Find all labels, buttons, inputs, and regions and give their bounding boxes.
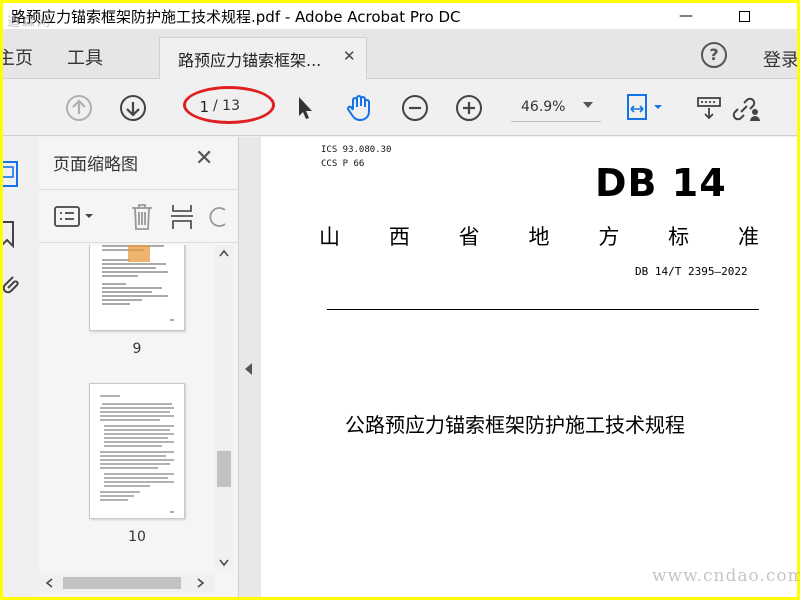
attachment-icon[interactable] (3, 271, 33, 301)
tab-document[interactable]: 路预应力锚索框架... ✕ (159, 37, 367, 79)
zoom-out-icon[interactable] (399, 92, 431, 124)
thumbnail-options-icon[interactable] (53, 204, 99, 234)
document-tab-label: 路预应力锚索框架... (178, 51, 322, 70)
rotate-page-icon[interactable] (209, 202, 229, 236)
extract-page-icon[interactable] (169, 202, 195, 236)
tab-tools[interactable]: 工具 (67, 44, 103, 70)
login-link[interactable]: 登录 (763, 46, 797, 72)
left-navigation-rail (3, 137, 39, 597)
window-title: 路预应力锚索框架防护施工技术规程.pdf - Adobe Acrobat Pro… (11, 8, 461, 26)
bookmark-icon[interactable] (3, 219, 33, 249)
heading-char: 准 (737, 225, 759, 249)
standard-logo: DB 14 (595, 161, 727, 205)
heading-char: 标 (668, 225, 690, 249)
thumbnail-list: 9 10 (39, 245, 215, 575)
share-link-icon[interactable] (729, 92, 761, 124)
minimize-button[interactable]: — (663, 3, 709, 29)
keyboard-scroll-icon[interactable] (693, 92, 725, 124)
thumbnail-panel: 页面缩略图 ✕ 9 10 (39, 137, 239, 597)
document-view[interactable]: ICS 93.080.30 CCS P 66 DB 14 山 西 省 地 方 标… (261, 137, 797, 597)
select-tool-icon[interactable] (289, 92, 321, 124)
next-page-icon[interactable] (117, 92, 149, 124)
collapse-arrow-icon (245, 363, 252, 375)
watermark-top-left: 道森网 (7, 15, 53, 30)
thumbnail-page-number: 9 (132, 341, 142, 357)
thumbnail-page[interactable] (89, 245, 185, 331)
heading-char: 西 (388, 225, 410, 249)
scrollbar-thumb[interactable] (217, 451, 231, 487)
chevron-down-icon (583, 102, 593, 108)
heading-char: 省 (458, 225, 480, 249)
panel-title: 页面缩略图 (53, 155, 138, 175)
ics-code: ICS 93.080.30 (321, 145, 392, 155)
thumbnail-vertical-scrollbar[interactable] (215, 245, 233, 571)
standard-number: DB 14/T 2395—2022 (635, 265, 748, 278)
collapse-panel-handle[interactable] (239, 137, 261, 597)
heading-char: 山 (319, 225, 340, 249)
fit-page-icon[interactable] (623, 92, 669, 124)
ccs-code: CCS P 66 (321, 159, 365, 169)
scrollbar-thumb[interactable] (63, 577, 181, 589)
standard-type-heading: 山 西 省 地 方 标 准 (319, 221, 759, 251)
heading-char: 方 (598, 225, 620, 249)
maximize-icon (738, 10, 750, 22)
previous-page-icon[interactable] (63, 92, 95, 124)
thumbnail-page-number: 10 (128, 529, 146, 545)
hand-tool-icon[interactable] (343, 92, 375, 124)
thumbnail-page[interactable] (89, 383, 185, 519)
thumbnail-horizontal-scrollbar[interactable] (39, 573, 215, 593)
tab-home[interactable]: 主页 (3, 44, 33, 70)
page-thumbnails-icon[interactable] (3, 159, 33, 189)
watermark-bottom-right: www.cndao.com (652, 566, 800, 586)
zoom-level-select[interactable]: 46.9% (511, 95, 601, 122)
panel-toolbar (39, 189, 239, 243)
document-title: 公路预应力锚索框架防护施工技术规程 (345, 413, 685, 437)
maximize-button[interactable] (721, 3, 767, 29)
acrobat-window: 路预应力锚索框架防护施工技术规程.pdf - Adobe Acrobat Pro… (3, 3, 797, 597)
help-icon[interactable]: ? (701, 42, 727, 68)
tab-bar: 主页 工具 路预应力锚索框架... ✕ ? 登录 (3, 29, 797, 79)
delete-page-icon[interactable] (129, 202, 155, 236)
main-toolbar: / 13 46.9% (3, 80, 797, 136)
horizontal-rule (327, 309, 759, 310)
close-tab-icon[interactable]: ✕ (343, 47, 356, 65)
red-annotation-circle (183, 86, 275, 124)
zoom-level-value: 46.9% (521, 99, 566, 115)
logo-prefix: DB (595, 161, 658, 205)
zoom-in-icon[interactable] (453, 92, 485, 124)
logo-number: 14 (671, 161, 727, 205)
close-panel-icon[interactable]: ✕ (195, 146, 213, 171)
title-bar: 路预应力锚索框架防护施工技术规程.pdf - Adobe Acrobat Pro… (3, 3, 797, 29)
heading-char: 地 (528, 225, 550, 249)
